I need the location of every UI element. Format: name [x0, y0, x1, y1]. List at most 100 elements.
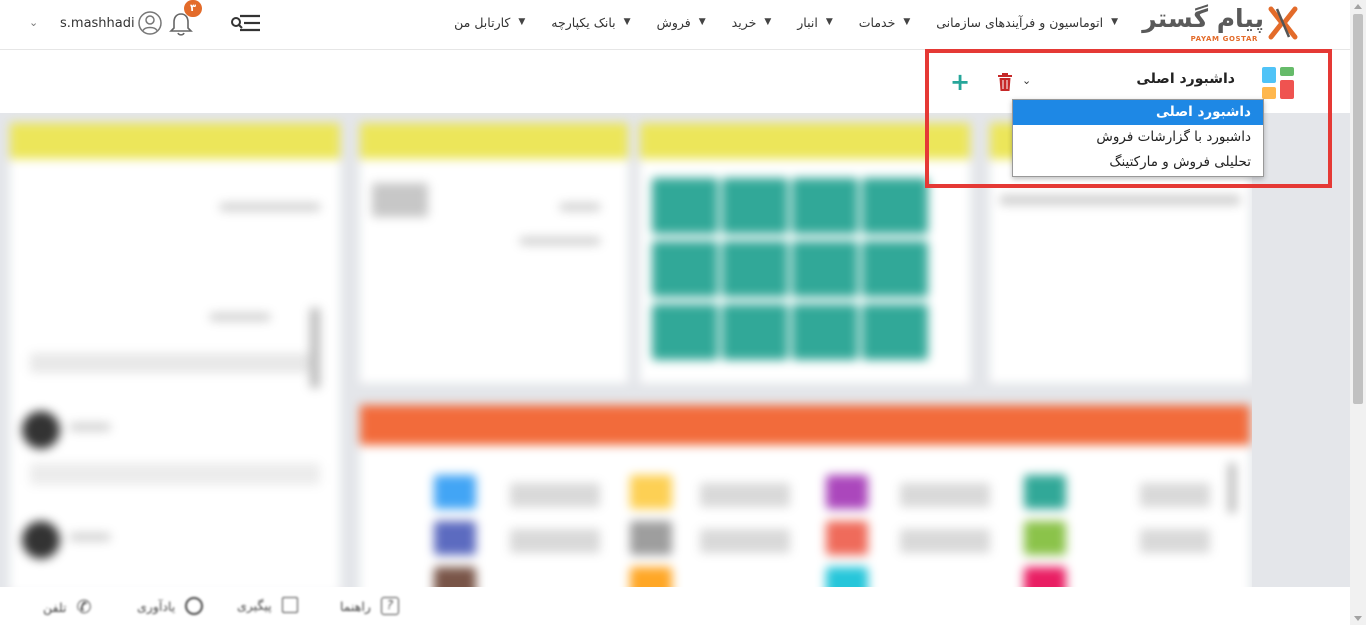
shortcut-tile — [792, 241, 858, 297]
notification-badge: ۳ — [184, 0, 202, 17]
username[interactable]: s.mashhadi — [60, 16, 135, 31]
chevron-down-icon: ▼ — [1111, 17, 1118, 27]
scroll-up-icon[interactable] — [1354, 4, 1362, 9]
shortcut-tile — [722, 304, 788, 360]
bottom-item-label: راهنما — [340, 598, 371, 614]
color-tile — [1024, 475, 1066, 509]
chevron-down-icon: ▼ — [518, 17, 526, 27]
dashboard-option-sales-reports[interactable]: داشبورد با گزارشات فروش — [1013, 125, 1263, 150]
menu-item-label: اتوماسیون و فرآیندهای سازمانی — [936, 14, 1104, 30]
shortcut-tile — [862, 178, 928, 234]
text-line — [1000, 195, 1240, 205]
color-tile — [630, 521, 672, 555]
placeholder-block — [900, 483, 990, 507]
color-tile — [826, 475, 868, 509]
avatar — [22, 521, 60, 559]
widget-header — [10, 123, 340, 159]
placeholder-block — [1140, 483, 1210, 507]
placeholder-block — [372, 183, 428, 217]
shortcut-tile — [862, 241, 928, 297]
logo-mark-icon — [1268, 6, 1298, 40]
scroll-down-icon[interactable] — [1354, 616, 1362, 621]
bottom-item-followup[interactable]: پیگیری — [237, 597, 298, 613]
menu-search-icon[interactable] — [230, 13, 262, 33]
page-scrollbar[interactable] — [1350, 0, 1366, 625]
menu-item-my-cartable[interactable]: کارتابل من ▼ — [454, 15, 525, 30]
dashboard-content — [0, 113, 1350, 587]
app-logo[interactable]: پیام گستر PAYAM GOSTAR — [1130, 4, 1298, 46]
color-tile — [434, 521, 476, 555]
help-icon: ? — [380, 597, 399, 615]
text-line — [70, 533, 110, 541]
shortcut-tile — [652, 304, 718, 360]
shortcut-tile — [792, 304, 858, 360]
bottom-item-label: یادآوری — [137, 598, 176, 614]
scroll-stub — [1228, 463, 1236, 513]
menu-item-label: بانک یکپارچه — [551, 14, 616, 30]
user-menu-chevron-icon[interactable]: ⌄ — [29, 16, 38, 29]
placeholder-block — [700, 483, 790, 507]
logo-text: پیام گستر — [1142, 4, 1264, 33]
widget-header — [360, 405, 1250, 445]
placeholder-block — [510, 529, 600, 553]
text-line — [520, 237, 600, 245]
dashboard-option-sales-marketing[interactable]: تحلیلی فروش و مارکتینگ — [1013, 150, 1263, 175]
widget-header — [360, 123, 628, 159]
menu-item-services[interactable]: خدمات ▼ — [859, 15, 910, 30]
menu-item-sales[interactable]: فروش ▼ — [657, 15, 706, 30]
delete-dashboard-icon[interactable] — [997, 73, 1013, 91]
menu-item-label: کارتابل من — [454, 14, 511, 30]
main-menu: کارتابل من ▼ بانک یکپارچه ▼ فروش ▼ خرید ▼ ان… — [454, 0, 1118, 44]
chevron-down-icon: ▼ — [764, 17, 772, 27]
text-line — [30, 353, 320, 373]
avatar — [22, 411, 60, 449]
dashboard-icon — [1262, 67, 1294, 99]
text-line — [210, 313, 270, 321]
text-line — [560, 203, 600, 211]
widget-panel — [10, 123, 340, 587]
text-line — [220, 203, 320, 211]
text-line — [30, 463, 320, 485]
menu-item-label: خرید — [731, 14, 757, 30]
phone-icon: ✆ — [76, 597, 92, 618]
menu-item-purchase[interactable]: خرید ▼ — [732, 15, 772, 30]
menu-item-automation[interactable]: اتوماسیون و فرآیندهای سازمانی ▼ — [936, 15, 1118, 30]
bottom-item-phone[interactable]: ✆ تلفن — [43, 597, 92, 618]
placeholder-block — [900, 529, 990, 553]
widget-panel — [360, 123, 628, 383]
bottom-item-reminder[interactable]: یادآوری — [137, 597, 204, 615]
text-line — [70, 423, 110, 431]
dashboard-selector[interactable]: داشبورد اصلی — [1136, 71, 1235, 87]
shortcut-tile — [722, 178, 788, 234]
shortcut-tile — [862, 304, 928, 360]
clock-icon — [185, 597, 204, 615]
scrollbar-thumb[interactable] — [1353, 14, 1363, 404]
menu-item-integrated-bank[interactable]: بانک یکپارچه ▼ — [551, 15, 630, 30]
bottom-item-help[interactable]: ? راهنما — [340, 597, 399, 615]
add-dashboard-icon[interactable]: + — [950, 70, 970, 94]
chevron-down-icon: ▼ — [698, 17, 706, 27]
color-tile — [630, 567, 672, 587]
chevron-down-icon: ▼ — [903, 17, 911, 27]
color-tile — [1024, 521, 1066, 555]
shortcut-tile — [652, 241, 718, 297]
bottom-item-label: تلفن — [43, 600, 67, 615]
user-avatar-icon[interactable] — [138, 11, 162, 35]
bottom-bar: ? راهنما پیگیری یادآوری ✆ تلفن — [0, 587, 1350, 625]
dashboard-option-main[interactable]: داشبورد اصلی — [1013, 100, 1263, 125]
widget-panel-wide — [360, 405, 1250, 587]
chevron-down-icon[interactable]: ⌄ — [1022, 74, 1031, 87]
chevron-down-icon: ▼ — [825, 17, 833, 27]
placeholder-block — [1140, 529, 1210, 553]
placeholder-block — [510, 483, 600, 507]
color-tile — [1024, 567, 1066, 587]
menu-item-warehouse[interactable]: انبار ▼ — [797, 15, 833, 30]
menu-item-label: فروش — [656, 14, 691, 30]
logo-subtext: PAYAM GOSTAR — [1190, 35, 1258, 43]
bottom-item-label: پیگیری — [237, 597, 272, 613]
menu-item-label: خدمات — [858, 14, 896, 30]
top-navbar: پیام گستر PAYAM GOSTAR کارتابل من ▼ بانک … — [0, 0, 1350, 50]
color-tile — [434, 475, 476, 509]
dashboard-dropdown: داشبورد اصلی داشبورد با گزارشات فروش تحل… — [1012, 99, 1264, 177]
shortcut-tile — [722, 241, 788, 297]
